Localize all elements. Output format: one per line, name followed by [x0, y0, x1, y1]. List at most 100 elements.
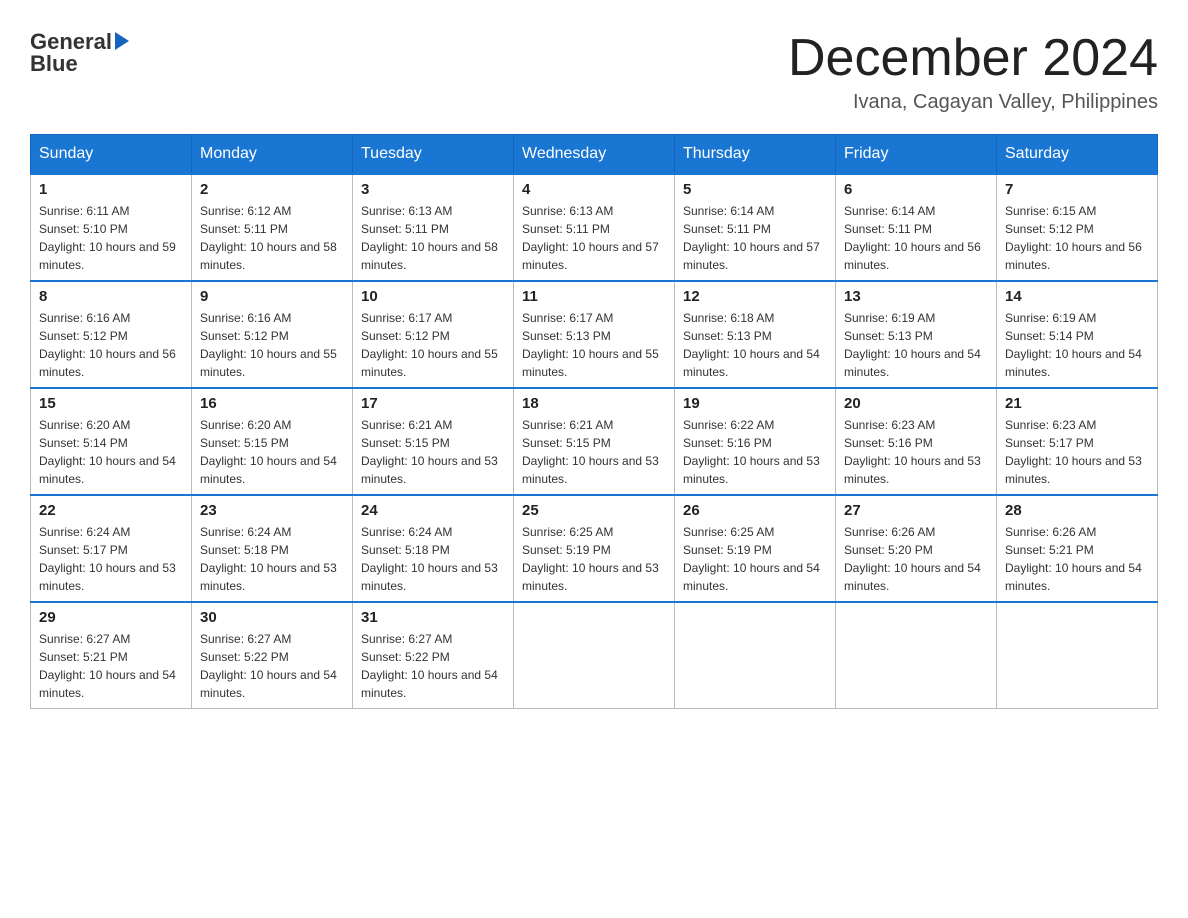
day-cell: 15 Sunrise: 6:20 AM Sunset: 5:14 PM Dayl…	[31, 388, 192, 495]
col-friday: Friday	[836, 135, 997, 175]
page-header: General Blue December 2024 Ivana, Cagaya…	[30, 30, 1158, 114]
day-number: 22	[39, 502, 183, 519]
day-number: 15	[39, 395, 183, 412]
day-number: 7	[1005, 181, 1149, 198]
day-info: Sunrise: 6:16 AM Sunset: 5:12 PM Dayligh…	[200, 309, 344, 381]
day-number: 8	[39, 288, 183, 305]
day-cell: 8 Sunrise: 6:16 AM Sunset: 5:12 PM Dayli…	[31, 281, 192, 388]
day-number: 23	[200, 502, 344, 519]
week-row-3: 15 Sunrise: 6:20 AM Sunset: 5:14 PM Dayl…	[31, 388, 1158, 495]
day-info: Sunrise: 6:19 AM Sunset: 5:13 PM Dayligh…	[844, 309, 988, 381]
day-cell: 31 Sunrise: 6:27 AM Sunset: 5:22 PM Dayl…	[353, 602, 514, 709]
day-info: Sunrise: 6:14 AM Sunset: 5:11 PM Dayligh…	[844, 202, 988, 274]
day-cell: 5 Sunrise: 6:14 AM Sunset: 5:11 PM Dayli…	[675, 174, 836, 281]
logo: General Blue	[30, 30, 129, 76]
day-info: Sunrise: 6:18 AM Sunset: 5:13 PM Dayligh…	[683, 309, 827, 381]
day-cell	[675, 602, 836, 709]
day-cell: 20 Sunrise: 6:23 AM Sunset: 5:16 PM Dayl…	[836, 388, 997, 495]
day-cell: 6 Sunrise: 6:14 AM Sunset: 5:11 PM Dayli…	[836, 174, 997, 281]
day-cell: 7 Sunrise: 6:15 AM Sunset: 5:12 PM Dayli…	[997, 174, 1158, 281]
day-number: 19	[683, 395, 827, 412]
day-cell: 27 Sunrise: 6:26 AM Sunset: 5:20 PM Dayl…	[836, 495, 997, 602]
day-cell: 12 Sunrise: 6:18 AM Sunset: 5:13 PM Dayl…	[675, 281, 836, 388]
day-number: 3	[361, 181, 505, 198]
day-number: 21	[1005, 395, 1149, 412]
day-cell: 24 Sunrise: 6:24 AM Sunset: 5:18 PM Dayl…	[353, 495, 514, 602]
day-info: Sunrise: 6:24 AM Sunset: 5:18 PM Dayligh…	[200, 523, 344, 595]
day-number: 16	[200, 395, 344, 412]
header-row: Sunday Monday Tuesday Wednesday Thursday…	[31, 135, 1158, 175]
day-info: Sunrise: 6:14 AM Sunset: 5:11 PM Dayligh…	[683, 202, 827, 274]
day-number: 25	[522, 502, 666, 519]
day-number: 13	[844, 288, 988, 305]
col-wednesday: Wednesday	[514, 135, 675, 175]
day-cell: 16 Sunrise: 6:20 AM Sunset: 5:15 PM Dayl…	[192, 388, 353, 495]
col-tuesday: Tuesday	[353, 135, 514, 175]
col-thursday: Thursday	[675, 135, 836, 175]
logo-blue: Blue	[30, 52, 78, 76]
col-saturday: Saturday	[997, 135, 1158, 175]
calendar-subtitle: Ivana, Cagayan Valley, Philippines	[788, 91, 1158, 114]
day-info: Sunrise: 6:25 AM Sunset: 5:19 PM Dayligh…	[683, 523, 827, 595]
day-number: 10	[361, 288, 505, 305]
day-number: 2	[200, 181, 344, 198]
day-info: Sunrise: 6:22 AM Sunset: 5:16 PM Dayligh…	[683, 416, 827, 488]
day-number: 6	[844, 181, 988, 198]
day-info: Sunrise: 6:25 AM Sunset: 5:19 PM Dayligh…	[522, 523, 666, 595]
day-info: Sunrise: 6:21 AM Sunset: 5:15 PM Dayligh…	[361, 416, 505, 488]
day-info: Sunrise: 6:17 AM Sunset: 5:12 PM Dayligh…	[361, 309, 505, 381]
day-info: Sunrise: 6:23 AM Sunset: 5:16 PM Dayligh…	[844, 416, 988, 488]
day-info: Sunrise: 6:13 AM Sunset: 5:11 PM Dayligh…	[522, 202, 666, 274]
day-cell: 14 Sunrise: 6:19 AM Sunset: 5:14 PM Dayl…	[997, 281, 1158, 388]
day-cell: 26 Sunrise: 6:25 AM Sunset: 5:19 PM Dayl…	[675, 495, 836, 602]
col-sunday: Sunday	[31, 135, 192, 175]
logo-arrow-icon	[115, 32, 129, 50]
day-number: 28	[1005, 502, 1149, 519]
day-number: 18	[522, 395, 666, 412]
day-info: Sunrise: 6:13 AM Sunset: 5:11 PM Dayligh…	[361, 202, 505, 274]
day-info: Sunrise: 6:27 AM Sunset: 5:22 PM Dayligh…	[361, 630, 505, 702]
day-number: 24	[361, 502, 505, 519]
day-cell: 11 Sunrise: 6:17 AM Sunset: 5:13 PM Dayl…	[514, 281, 675, 388]
day-number: 1	[39, 181, 183, 198]
day-info: Sunrise: 6:26 AM Sunset: 5:20 PM Dayligh…	[844, 523, 988, 595]
calendar-table: Sunday Monday Tuesday Wednesday Thursday…	[30, 134, 1158, 709]
day-cell: 17 Sunrise: 6:21 AM Sunset: 5:15 PM Dayl…	[353, 388, 514, 495]
day-cell: 3 Sunrise: 6:13 AM Sunset: 5:11 PM Dayli…	[353, 174, 514, 281]
day-cell: 25 Sunrise: 6:25 AM Sunset: 5:19 PM Dayl…	[514, 495, 675, 602]
title-area: December 2024 Ivana, Cagayan Valley, Phi…	[788, 30, 1158, 114]
col-monday: Monday	[192, 135, 353, 175]
day-info: Sunrise: 6:12 AM Sunset: 5:11 PM Dayligh…	[200, 202, 344, 274]
week-row-1: 1 Sunrise: 6:11 AM Sunset: 5:10 PM Dayli…	[31, 174, 1158, 281]
day-cell: 22 Sunrise: 6:24 AM Sunset: 5:17 PM Dayl…	[31, 495, 192, 602]
day-info: Sunrise: 6:27 AM Sunset: 5:21 PM Dayligh…	[39, 630, 183, 702]
day-info: Sunrise: 6:27 AM Sunset: 5:22 PM Dayligh…	[200, 630, 344, 702]
day-cell: 19 Sunrise: 6:22 AM Sunset: 5:16 PM Dayl…	[675, 388, 836, 495]
day-cell: 4 Sunrise: 6:13 AM Sunset: 5:11 PM Dayli…	[514, 174, 675, 281]
day-cell: 23 Sunrise: 6:24 AM Sunset: 5:18 PM Dayl…	[192, 495, 353, 602]
day-number: 14	[1005, 288, 1149, 305]
day-info: Sunrise: 6:20 AM Sunset: 5:15 PM Dayligh…	[200, 416, 344, 488]
day-number: 27	[844, 502, 988, 519]
day-cell: 21 Sunrise: 6:23 AM Sunset: 5:17 PM Dayl…	[997, 388, 1158, 495]
day-number: 17	[361, 395, 505, 412]
day-info: Sunrise: 6:20 AM Sunset: 5:14 PM Dayligh…	[39, 416, 183, 488]
calendar-title: December 2024	[788, 30, 1158, 87]
day-info: Sunrise: 6:23 AM Sunset: 5:17 PM Dayligh…	[1005, 416, 1149, 488]
day-cell: 1 Sunrise: 6:11 AM Sunset: 5:10 PM Dayli…	[31, 174, 192, 281]
day-number: 20	[844, 395, 988, 412]
day-info: Sunrise: 6:19 AM Sunset: 5:14 PM Dayligh…	[1005, 309, 1149, 381]
day-number: 30	[200, 609, 344, 626]
day-number: 9	[200, 288, 344, 305]
week-row-5: 29 Sunrise: 6:27 AM Sunset: 5:21 PM Dayl…	[31, 602, 1158, 709]
day-info: Sunrise: 6:21 AM Sunset: 5:15 PM Dayligh…	[522, 416, 666, 488]
day-cell: 30 Sunrise: 6:27 AM Sunset: 5:22 PM Dayl…	[192, 602, 353, 709]
week-row-2: 8 Sunrise: 6:16 AM Sunset: 5:12 PM Dayli…	[31, 281, 1158, 388]
day-cell: 2 Sunrise: 6:12 AM Sunset: 5:11 PM Dayli…	[192, 174, 353, 281]
day-cell: 18 Sunrise: 6:21 AM Sunset: 5:15 PM Dayl…	[514, 388, 675, 495]
day-number: 5	[683, 181, 827, 198]
day-number: 26	[683, 502, 827, 519]
day-number: 29	[39, 609, 183, 626]
day-number: 11	[522, 288, 666, 305]
day-cell: 28 Sunrise: 6:26 AM Sunset: 5:21 PM Dayl…	[997, 495, 1158, 602]
